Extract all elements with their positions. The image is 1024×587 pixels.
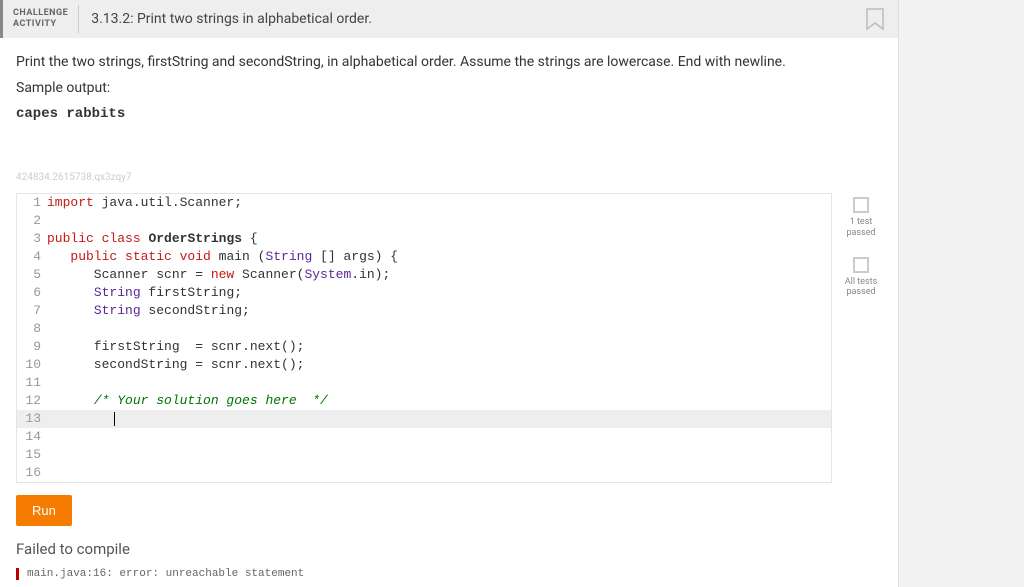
error-detail-text: main.java:16: error: unreachable stateme… (19, 568, 882, 580)
activity-badge: CHALLENGE ACTIVITY (3, 8, 78, 30)
code-line[interactable]: 6 String firstString; (17, 284, 831, 302)
code-editor[interactable]: 1import java.util.Scanner;2 3public clas… (16, 193, 832, 483)
bookmark-icon[interactable] (866, 8, 884, 30)
code-line[interactable]: 1import java.util.Scanner; (17, 194, 831, 212)
code-line[interactable]: 14 (17, 428, 831, 446)
test-status-panel: 1 test passed All tests passed (832, 193, 882, 483)
sample-output-value: capes rabbits (16, 106, 882, 122)
checkbox-icon (853, 257, 869, 273)
right-sidebar (898, 0, 1024, 587)
description-text: Print the two strings, firstString and s… (16, 54, 882, 70)
code-line[interactable]: 12 /* Your solution goes here */ (17, 392, 831, 410)
main-panel: CHALLENGE ACTIVITY 3.13.2: Print two str… (0, 0, 898, 580)
code-line[interactable]: 3public class OrderStrings { (17, 230, 831, 248)
error-message: Failed to compile (0, 534, 898, 564)
error-detail-bar: main.java:16: error: unreachable stateme… (16, 568, 882, 580)
checkbox-icon (853, 197, 869, 213)
code-line[interactable]: 4 public static void main (String [] arg… (17, 248, 831, 266)
activity-header: CHALLENGE ACTIVITY 3.13.2: Print two str… (0, 0, 898, 38)
code-line[interactable]: 13 (17, 410, 831, 428)
code-line[interactable]: 10 secondString = scnr.next(); (17, 356, 831, 374)
code-line[interactable]: 7 String secondString; (17, 302, 831, 320)
test-status-1: 1 test passed (840, 197, 882, 239)
code-line[interactable]: 8 (17, 320, 831, 338)
sample-output-label: Sample output: (16, 80, 882, 96)
code-line[interactable]: 15 (17, 446, 831, 464)
code-line[interactable]: 9 firstString = scnr.next(); (17, 338, 831, 356)
code-line[interactable]: 11 (17, 374, 831, 392)
activity-title: 3.13.2: Print two strings in alphabetica… (79, 11, 866, 27)
watermark-text: 424834.2615738.qx3zqy7 (16, 172, 882, 183)
test-status-all: All tests passed (840, 257, 882, 299)
code-line[interactable]: 5 Scanner scnr = new Scanner(System.in); (17, 266, 831, 284)
code-line[interactable]: 2 (17, 212, 831, 230)
code-line[interactable]: 16 (17, 464, 831, 482)
run-button[interactable]: Run (16, 495, 72, 526)
